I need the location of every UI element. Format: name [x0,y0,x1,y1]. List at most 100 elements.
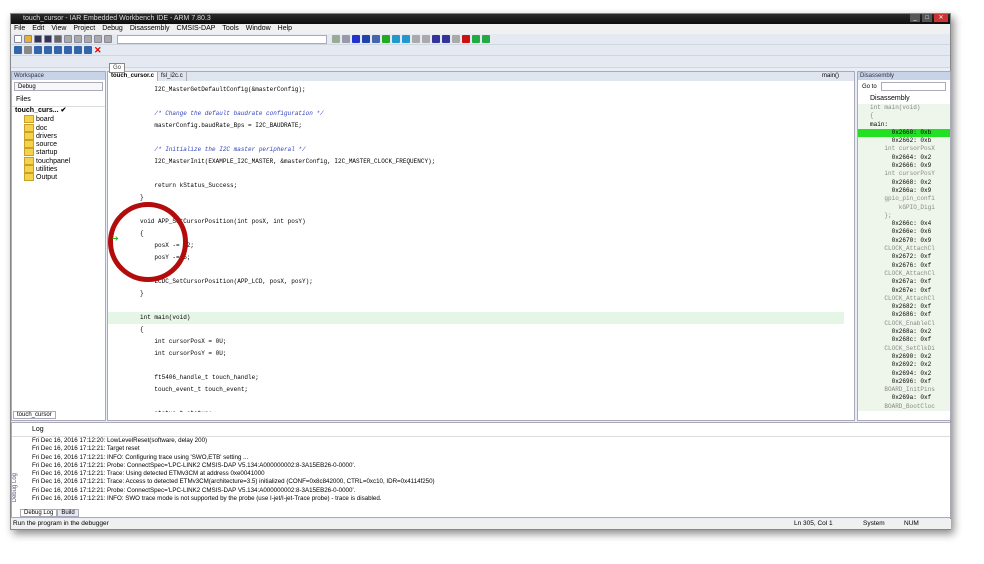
tab-build[interactable]: Build [57,509,79,517]
close-button[interactable]: ✕ [934,14,948,22]
goto-label: Go to [862,83,877,90]
cursor-position: Ln 305, Col 1 [794,520,833,527]
disassembly-line: 0x269a: 0xf [858,394,950,403]
menu-project[interactable]: Project [73,24,95,34]
menu-debug[interactable]: Debug [102,24,123,34]
window-title: touch_cursor - IAR Embedded Workbench ID… [23,15,211,22]
disassembly-line: BOARD_BootCloc [858,402,950,411]
disassembly-line: CLOCK_SetClkDi [858,344,950,353]
toolbar-icon[interactable] [14,35,22,43]
disassembly-line: 0x2696: 0xf [858,377,950,387]
toolbar-icon[interactable] [84,35,92,43]
debug-step-icon[interactable] [44,46,52,54]
debug-step-icon[interactable] [64,46,72,54]
log-entry: Fri Dec 16, 2016 17:12:21: INFO: SWO tra… [32,495,382,503]
disassembly-line: 0x2676: 0xf [858,261,950,270]
debug-step-icon[interactable] [84,46,92,54]
menu-file[interactable]: File [14,24,25,34]
toolbar-icon[interactable] [34,35,42,43]
toolbar-icon[interactable] [74,35,82,43]
folder-utilities[interactable]: utilities [12,165,105,173]
maximize-button[interactable]: □ [922,14,932,22]
toolbar-combo[interactable] [117,34,327,44]
disassembly-list[interactable]: int main(void){main: 0x2660: 0xb 0x2662:… [858,104,950,411]
disassembly-line: 0x2668: 0x2 [858,178,950,187]
debug-step-icon[interactable] [34,46,42,54]
code-line: /* Initialize the I2C master peripheral … [140,146,306,153]
disassembly-line: 0x2672: 0xf [858,253,950,262]
menu-view[interactable]: View [51,24,66,34]
folder-source[interactable]: source [12,140,105,148]
annotation-circle [108,202,188,282]
disassembly-line: 0x2694: 0x2 [858,369,950,378]
tab-fsl-i2c[interactable]: fsl_i2c.c [158,72,187,81]
code-line: void APP_SetCursorPosition(int posX, int… [140,218,306,225]
menu-window[interactable]: Window [246,24,271,34]
workspace-tab[interactable]: touch_cursor [13,411,56,419]
file-tree: touch_curs... ✔ board doc drivers source sta… [12,107,105,182]
toolbar-icon[interactable] [402,35,410,43]
toolbar-icon[interactable] [382,35,390,43]
toolbar-icon[interactable] [104,35,112,43]
disassembly-line: CLOCK_AttachCl [858,245,950,254]
debug-step-icon[interactable] [74,46,82,54]
menu-tools[interactable]: Tools [222,24,238,34]
folder-output[interactable]: Output [12,173,105,181]
stop-debug-icon[interactable]: ✕ [94,45,102,56]
disassembly-line: CLOCK_AttachCl [858,294,950,304]
folder-board[interactable]: board [12,115,105,123]
menu-disassembly[interactable]: Disassembly [130,24,170,34]
config-select[interactable]: Debug [14,82,103,91]
num-lock: NUM [904,520,919,527]
toolbar-icon[interactable] [442,35,450,43]
menu-help[interactable]: Help [278,24,292,34]
debug-step-icon[interactable] [54,46,62,54]
log-entry: Fri Dec 16, 2016 17:12:21: INFO: Configu… [32,453,249,461]
toolbar-icon[interactable] [332,35,340,43]
toolbar-icon[interactable] [482,35,490,43]
toolbar-icon[interactable] [24,35,32,43]
editor-panel: touch_cursor.c fsl_i2c.c main() I2C_Mast… [107,71,855,421]
disassembly-line: 0x2686: 0xf [858,311,950,320]
folder-startup[interactable]: startup [12,148,105,156]
code-line: status_t status; [108,408,844,412]
log-header: Log [12,423,950,437]
toolbar-icon[interactable] [392,35,400,43]
toolbar-main [11,34,950,45]
debug-step-icon[interactable] [14,46,22,54]
toolbar-icon[interactable] [342,35,350,43]
toolbar-icon[interactable] [452,35,460,43]
folder-drivers[interactable]: drivers [12,132,105,140]
toolbar-icon[interactable] [412,35,420,43]
code-line: posY -= 5; [140,254,191,261]
disassembly-line: 0x268c: 0xf [858,336,950,345]
toolbar-icon[interactable] [352,35,360,43]
log-side-label: Debug Log [12,473,18,503]
tab-touch-cursor[interactable]: touch_cursor.c [108,72,159,81]
toolbar-icon[interactable] [64,35,72,43]
function-combo[interactable]: main() [819,72,842,81]
folder-touchpanel[interactable]: touchpanel [12,157,105,165]
toolbar-icon[interactable] [432,35,440,43]
code-area[interactable]: I2C_MasterGetDefaultConfig(&masterConfig… [108,84,844,412]
log-entries: Fri Dec 16, 2016 17:12:20: LowLevelReset… [12,437,950,503]
project-node[interactable]: touch_curs... ✔ [12,107,105,115]
debug-step-icon[interactable] [24,46,32,54]
toolbar-icon[interactable] [54,35,62,43]
toolbar-icon[interactable] [472,35,480,43]
goto-input[interactable] [880,82,946,91]
toolbar-icon[interactable] [362,35,370,43]
toolbar-icon[interactable] [422,35,430,43]
minimize-button[interactable]: _ [910,14,920,22]
code-line: /* Change the default baudrate configura… [140,110,324,117]
folder-doc[interactable]: doc [12,124,105,132]
log-entry: Fri Dec 16, 2016 17:12:21: Trace: Access… [32,478,435,486]
toolbar-icon[interactable] [462,35,470,43]
toolbar-icon[interactable] [94,35,102,43]
toolbar-icon[interactable] [372,35,380,43]
menu-cmsis-dap[interactable]: CMSIS-DAP [177,24,216,34]
toolbar-icon[interactable] [44,35,52,43]
menu-edit[interactable]: Edit [32,24,44,34]
tab-debug-log[interactable]: Debug Log [20,509,58,517]
